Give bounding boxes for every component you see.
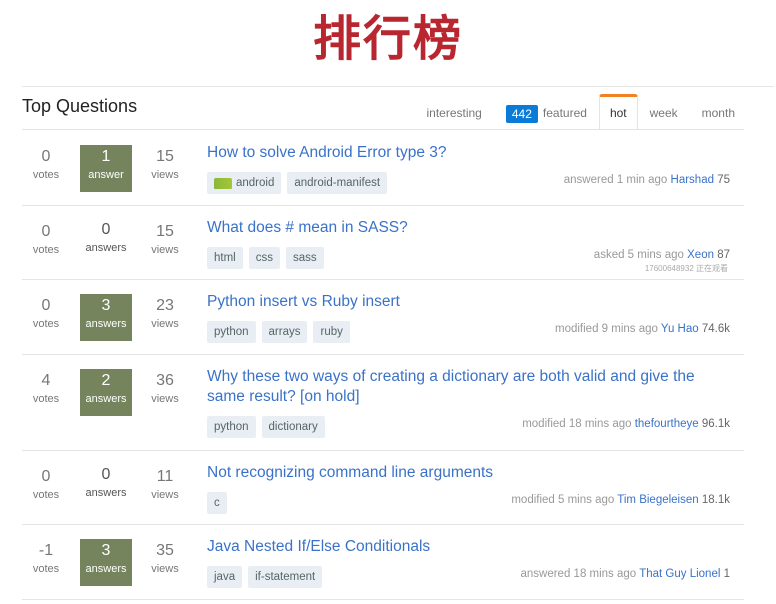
question-row: 0 votes 0 answers 11 views Not recognizing … [22,451,744,525]
tag[interactable]: ruby [313,321,350,343]
tag[interactable]: android-manifest [287,172,388,194]
tag[interactable]: if-statement [248,566,323,588]
divider [22,129,744,130]
view-count: 15 views [151,148,179,181]
banner: 排行榜 [0,0,776,78]
tag-list: c [207,491,227,514]
post-meta: answered 18 mins ago That Guy Lionel 1 [520,568,730,580]
tag[interactable]: html [207,246,243,269]
view-count: 11 views [151,467,179,501]
tab-interesting[interactable]: interesting [414,95,493,129]
tag[interactable]: java [207,566,243,588]
answer-count: 3 answers [80,539,132,586]
banner-title: 排行榜 [312,11,463,67]
tag-list: python arrays ruby [207,321,350,343]
post-meta: modified 9 mins ago Yu Hao 74.6k [555,323,730,335]
tag-list: java if-statement [207,566,323,588]
tab-hot[interactable]: hot [598,94,638,130]
tag[interactable]: python [207,415,256,438]
view-count: 35 views [151,542,179,575]
featured-count-badge: 442 [505,104,538,123]
tag[interactable]: python [207,321,256,343]
post-meta: modified 5 mins ago Tim Biegeleisen 18.1… [511,493,730,506]
tag[interactable]: c [207,491,227,514]
question-row: 0 votes 3 answers 23 views Python insert vs… [22,280,744,355]
question-list: 0 votes 1 answer 15 views How to solve Andr… [22,131,744,600]
view-count: 23 views [151,297,179,330]
vote-count: 0 votes [32,148,60,181]
questions-header: Top Questions interesting 442 featured ho… [22,92,747,130]
tag-list: html css sass [207,246,324,269]
question-title-link[interactable]: Why these two ways of creating a diction… [207,367,727,407]
vote-count: 0 votes [32,297,60,330]
reputation: 1 [723,568,730,580]
question-row: -1 votes 3 answers 35 views Java Nested If/… [22,525,744,600]
tag[interactable]: sass [285,246,324,269]
tab-month[interactable]: month [690,95,747,129]
view-count: 36 views [151,371,179,405]
tab-bar: interesting 442 featured hot week month [414,94,747,130]
tab-featured[interactable]: 442 featured [494,95,599,129]
question-title-link[interactable]: What does # mean in SASS? [207,218,727,238]
tab-label: week [649,106,678,120]
tab-label: featured [542,106,587,120]
tab-label: hot [609,106,627,120]
question-row: 4 votes 2 answers 36 views Why these two wa… [22,355,744,451]
reputation: 18.1k [701,493,730,506]
reputation: 87 [717,248,730,261]
vote-count: 0 votes [32,222,60,256]
vote-count: -1 votes [32,542,60,575]
tab-label: interesting [426,106,482,120]
view-count: 15 views [151,222,179,256]
answer-count: 0 answers [85,465,127,499]
tab-week[interactable]: week [638,95,690,129]
user-link[interactable]: Harshad [671,174,714,186]
page-title: Top Questions [22,96,138,116]
post-meta: asked 5 mins ago Xeon 87 [593,248,730,261]
question-row: 0 votes 1 answer 15 views How to solve Andr… [22,131,744,206]
watermark: 17600648932 正在观看 [644,263,728,273]
user-link[interactable]: Yu Hao [661,323,699,335]
question-title-link[interactable]: How to solve Android Error type 3? [207,143,727,163]
user-link[interactable]: That Guy Lionel [639,568,720,580]
question-title-link[interactable]: Not recognizing command line arguments [207,463,727,483]
tag[interactable]: css [248,246,280,269]
reputation: 74.6k [701,323,730,335]
answer-count: 3 answers [80,294,132,341]
question-title-link[interactable]: Python insert vs Ruby insert [207,292,727,312]
answer-count: 1 answer [80,145,132,192]
divider [22,86,774,87]
reputation: 96.1k [701,417,730,430]
answer-count: 2 answers [80,368,132,416]
user-link[interactable]: Tim Biegeleisen [617,494,698,506]
vote-count: 0 votes [32,467,60,501]
tag-list: python dictionary [207,415,325,438]
question-row: 0 votes 0 answers 15 views What does # mean… [22,206,744,280]
answer-count: 0 answers [85,220,127,254]
reputation: 75 [717,174,730,186]
user-link[interactable]: Xeon [687,249,714,261]
android-icon [214,177,232,189]
tag[interactable]: arrays [261,321,308,343]
tag[interactable]: dictionary [261,415,325,438]
post-meta: modified 18 mins ago thefourtheye 96.1k [522,417,730,430]
question-title-link[interactable]: Java Nested If/Else Conditionals [207,537,727,557]
tag-list: android android-manifest [207,172,388,194]
tag[interactable]: android [207,172,282,194]
user-link[interactable]: thefourtheye [635,418,699,430]
tab-label: month [701,106,735,120]
post-meta: answered 1 min ago Harshad 75 [563,174,730,186]
vote-count: 4 votes [32,371,60,405]
